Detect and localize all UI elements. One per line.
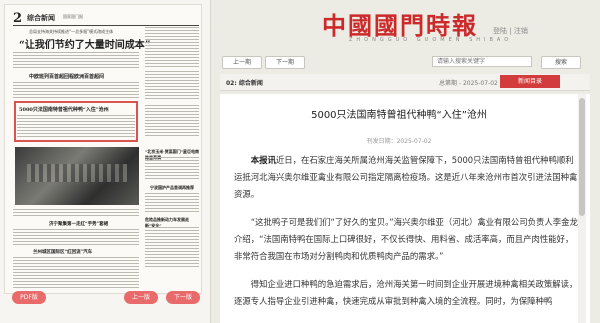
page-body-text (145, 193, 199, 213)
edition-label: 02: 综合新闻 (226, 80, 263, 87)
prev-issue-button[interactable]: 上一期 (222, 56, 262, 69)
logout-link[interactable]: 注销 (514, 27, 528, 35)
user-links: 登陆 | 注销 (493, 26, 528, 36)
page-photo (15, 147, 139, 205)
login-link[interactable]: 登陆 (493, 27, 507, 35)
page-body-text (145, 71, 199, 101)
edition-bar: 02: 综合新闻 总第期 - 2025-07-02 编日 新闻目录 (220, 74, 590, 91)
page-headline: 济宁聚集第一走红“手势”套裙 (49, 222, 109, 227)
page-rule (13, 25, 199, 26)
page-headline: 中欧班列百首超回程欧洲百首超间 (29, 74, 105, 80)
article-paragraph: “这批鸭子可是我们们“了好久的宝贝。”海兴奥尔维亚（河北）禽业有限公司负责人李金… (234, 217, 578, 261)
article-panel: 5000只法国南特曾祖代种鸭“入住”沧州 刊发日期：2025-07-02 本报讯… (220, 94, 590, 323)
newspaper-panel: 2 综合新闻 国家国门报 总局支持海关持续推进“—总多报”模式改成主体 “让我们… (0, 0, 211, 323)
search-button[interactable]: 搜索 (541, 56, 581, 69)
article-lead-label: 本报讯 (250, 155, 276, 165)
page-body-text (13, 257, 139, 289)
page-body-text (13, 209, 139, 217)
page-kicker: 总局支持海关持续推进“—总多报”模式改成主体 (29, 29, 114, 34)
news-toc-button[interactable]: 新闻目录 (500, 75, 560, 88)
newspaper-page-image[interactable]: 2 综合新闻 国家国门报 总局支持海关持续推进“—总多报”模式改成主体 “让我们… (4, 4, 202, 294)
page-body-text (145, 27, 199, 67)
page-body-text (145, 105, 199, 137)
page-number: 2 (13, 11, 23, 26)
page-body-text (13, 82, 139, 98)
article-title: 5000只法国南特曾祖代种鸭“入住”沧州 (311, 110, 487, 121)
page-top-headline: “让我们节约了大量时间成本” (19, 40, 151, 51)
page-section: 综合新闻 (27, 14, 55, 22)
article-lead-text: 近日，在石家庄海关所属沧州海关监管保障下，5000只法国南特曾祖代种鸭顺利运抵河… (234, 155, 578, 199)
page-publisher: 国家国门报 (63, 14, 83, 19)
site-logo-subtitle: ZHONGGUO GUOMEN SHIBAO (349, 37, 513, 43)
prev-page-button[interactable]: 上一版 (124, 291, 158, 304)
selected-article-highlight[interactable] (14, 101, 138, 142)
page-headline: 宁波国护产品首调再推荐 (150, 185, 194, 190)
next-issue-button[interactable]: 下一期 (265, 56, 305, 69)
page-body-text (145, 227, 199, 267)
search-input[interactable] (432, 56, 532, 67)
article-paragraph: 得知企业进口种鸭的急迫需求后，沧州海关第一时间到企业开展进境种禽相关政策解读，逐… (234, 279, 578, 306)
page-body-text (13, 52, 139, 68)
link-separator: | (509, 27, 512, 35)
scrollbar-thumb[interactable] (579, 98, 585, 216)
article-date: 刊发日期：2025-07-02 (366, 138, 432, 145)
article-paragraph: 本报讯近日，在石家庄海关所属沧州海关监管保障下，5000只法国南特曾祖代种鸭顺利… (234, 152, 578, 203)
page-body-text (145, 157, 199, 181)
next-page-button[interactable]: 下一版 (166, 291, 200, 304)
page-headline: 兰州城区国际区“红回流”汽车 (33, 250, 93, 255)
page-body-text (13, 229, 139, 245)
site-logo[interactable]: 中國國門時報 (322, 6, 478, 41)
pdf-button[interactable]: PDF版 (12, 291, 46, 304)
article-body: 本报讯近日，在石家庄海关所属沧州海关监管保障下，5000只法国南特曾祖代种鸭顺利… (234, 152, 578, 321)
